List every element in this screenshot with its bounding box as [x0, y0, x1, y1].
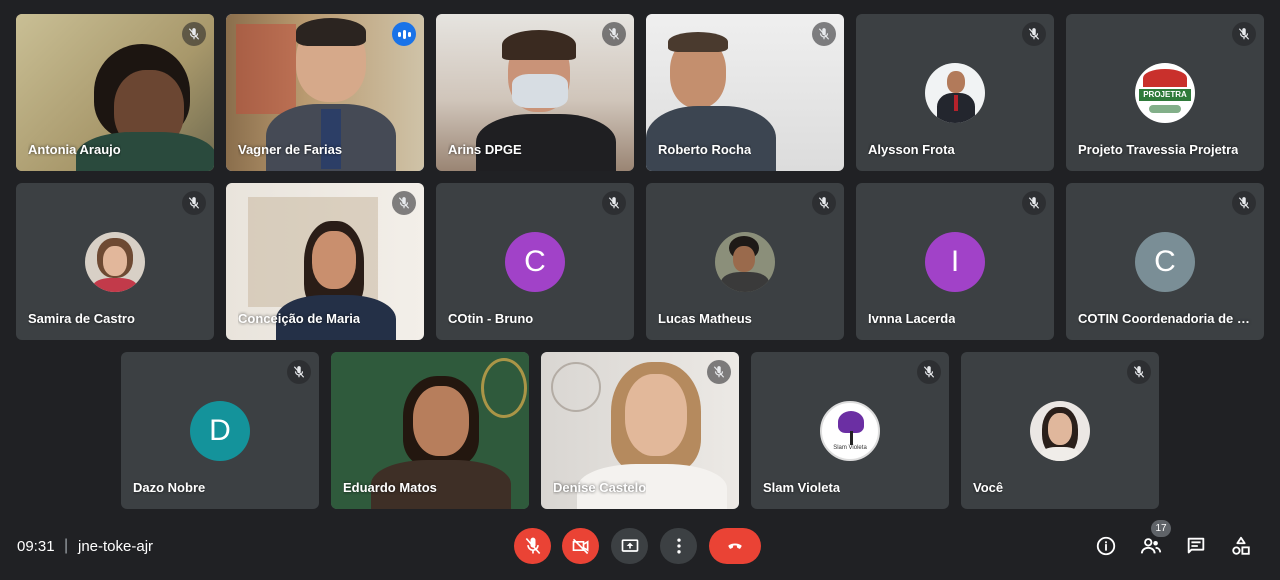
participant-name: Projeto Travessia Projetra [1078, 142, 1239, 157]
present-icon [621, 539, 638, 552]
participant-name: Denise Castelo [553, 480, 647, 495]
participant-name: COtin - Bruno [448, 311, 534, 326]
participant-tile[interactable]: Conceição de Maria [226, 183, 424, 340]
avatar [715, 231, 775, 292]
slam-violeta-logo: Slam Violeta [820, 400, 880, 461]
participant-tile[interactable]: I Ivnna Lacerda [856, 183, 1054, 340]
toggle-camera-button[interactable] [562, 528, 599, 564]
chat-button[interactable] [1184, 534, 1208, 558]
mic-off-icon [602, 22, 626, 46]
participant-name: Ivnna Lacerda [868, 311, 956, 326]
mic-off-icon [182, 191, 206, 215]
mic-off-icon [812, 191, 836, 215]
avatar [925, 62, 985, 123]
participant-tile[interactable]: Antonia Araujo [16, 14, 214, 171]
participant-tile[interactable]: Vagner de Farias [226, 14, 424, 171]
participant-name: Arins DPGE [448, 142, 522, 157]
participant-name: Eduardo Matos [343, 480, 437, 495]
mic-off-icon [917, 360, 941, 384]
mic-off-icon [1232, 191, 1256, 215]
participant-tile[interactable]: Alysson Frota [856, 14, 1054, 171]
participant-name: Samira de Castro [28, 311, 135, 326]
clock: 09:31 [17, 538, 55, 555]
participant-tile[interactable]: Roberto Rocha [646, 14, 844, 171]
mic-off-icon [1232, 22, 1256, 46]
participant-name: Slam Violeta [763, 480, 841, 495]
mic-off-icon [182, 22, 206, 46]
projetra-logo: PROJETRA [1135, 62, 1195, 123]
avatar [85, 231, 145, 292]
participant-name: Alysson Frota [868, 142, 955, 157]
chat-icon [1187, 537, 1205, 554]
participant-name: Antonia Araujo [28, 142, 121, 157]
participant-tile[interactable]: Denise Castelo [541, 352, 739, 509]
participant-tile[interactable]: Slam Violeta Slam Violeta [751, 352, 949, 509]
avatar-letter: D [190, 400, 250, 461]
activities-icon [1232, 536, 1250, 555]
mic-off-icon [1022, 22, 1046, 46]
mic-off-icon [525, 537, 540, 555]
call-end-icon [728, 543, 742, 549]
speaking-indicator-icon [392, 22, 416, 46]
participant-tile[interactable]: PROJETRA Projeto Travessia Projetra [1066, 14, 1264, 171]
participant-tile[interactable]: Lucas Matheus [646, 183, 844, 340]
participant-tile[interactable]: Eduardo Matos [331, 352, 529, 509]
avatar-letter: C [1135, 231, 1195, 292]
toggle-mic-button[interactable] [514, 528, 551, 564]
participants-button[interactable] [1139, 534, 1163, 558]
avatar-letter: I [925, 231, 985, 292]
participant-name: Dazo Nobre [133, 480, 206, 495]
participant-tile[interactable]: Arins DPGE [436, 14, 634, 171]
participant-name: Vagner de Farias [238, 142, 343, 157]
mic-off-icon [707, 360, 731, 384]
activities-button[interactable] [1229, 534, 1253, 558]
mic-off-icon [1022, 191, 1046, 215]
more-options-button[interactable] [660, 528, 697, 564]
participant-tile[interactable]: C COTIN Coordenadoria de T... [1066, 183, 1264, 340]
leave-call-button[interactable] [709, 528, 761, 564]
avatar [1030, 400, 1090, 461]
meeting-details-button[interactable] [1094, 534, 1118, 558]
meeting-code: jne-toke-ajr [78, 538, 154, 555]
mic-off-icon [602, 191, 626, 215]
participant-tile[interactable]: Você [961, 352, 1159, 509]
info-icon [1096, 536, 1116, 556]
participant-name: COTIN Coordenadoria de T... [1078, 311, 1254, 326]
camera-off-icon [572, 538, 588, 555]
mic-off-icon [392, 191, 416, 215]
divider: | [64, 537, 69, 554]
participant-name: Roberto Rocha [658, 142, 752, 157]
mic-off-icon [287, 360, 311, 384]
people-icon [1140, 538, 1162, 554]
participant-name: Conceição de Maria [238, 311, 361, 326]
participant-name: Você [973, 480, 1004, 495]
avatar-letter: C [505, 231, 565, 292]
participant-tile[interactable]: D Dazo Nobre [121, 352, 319, 509]
participant-tile[interactable]: C COtin - Bruno [436, 183, 634, 340]
mic-off-icon [812, 22, 836, 46]
participant-tile[interactable]: Samira de Castro [16, 183, 214, 340]
mic-off-icon [1127, 360, 1151, 384]
present-screen-button[interactable] [611, 528, 648, 564]
participant-name: Lucas Matheus [658, 311, 752, 326]
bottom-toolbar: 09:31 | jne-toke-ajr 17 [0, 520, 1280, 580]
more-vert-icon [676, 538, 681, 554]
participants-count-badge: 17 [1151, 520, 1171, 537]
